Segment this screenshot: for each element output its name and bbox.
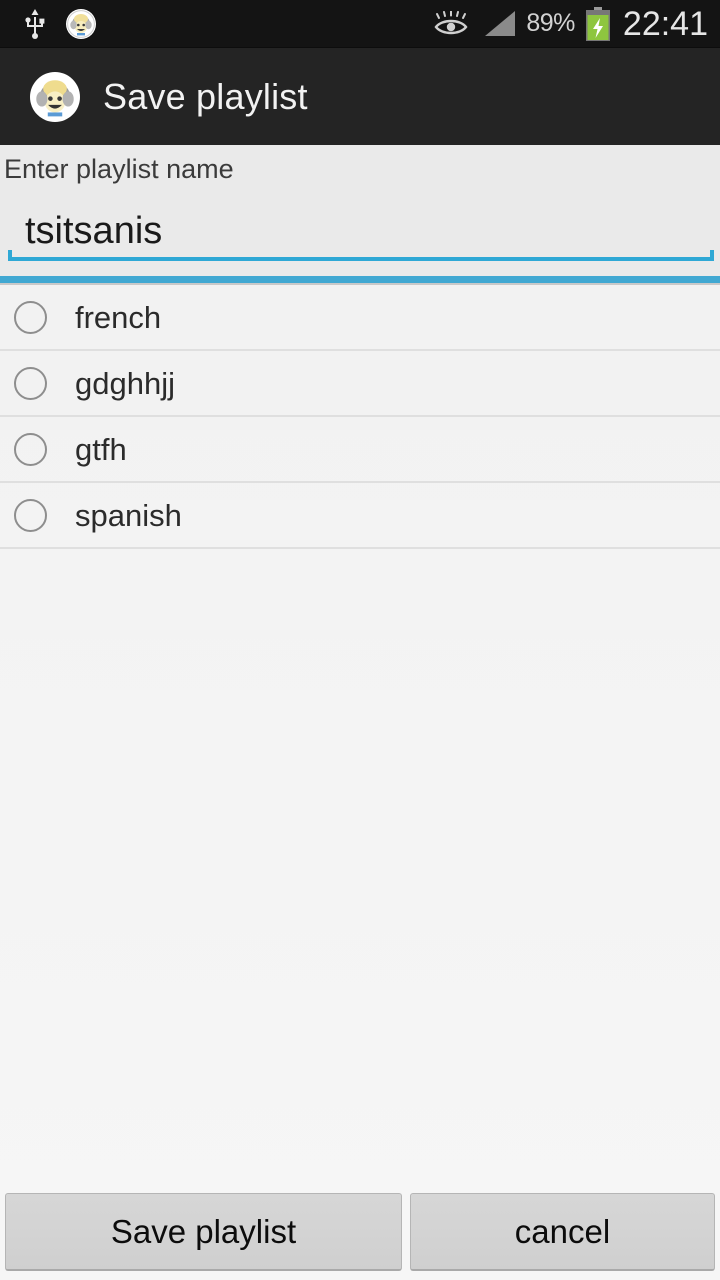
radio-button-icon[interactable] xyxy=(14,300,47,334)
battery-percent-label: 89% xyxy=(526,9,575,37)
playlist-name-input[interactable]: tsitsanis xyxy=(8,203,714,259)
input-focus-underline xyxy=(8,250,714,261)
dialog-button-bar: Save playlist cancel xyxy=(0,1192,720,1280)
cancel-button[interactable]: cancel xyxy=(410,1193,715,1271)
radio-button-icon[interactable] xyxy=(14,432,47,466)
page-title: Save playlist xyxy=(103,75,308,117)
playlist-name-label: Enter playlist name xyxy=(4,154,234,184)
list-item[interactable]: gtfh xyxy=(0,417,720,483)
battery-charging-icon xyxy=(584,6,612,41)
playlist-name-field-wrapper[interactable]: tsitsanis xyxy=(8,203,714,269)
status-bar-right-icons: 89% 22:41 xyxy=(434,4,708,43)
list-item[interactable]: gdghhjj xyxy=(0,351,720,417)
app-notification-icon xyxy=(66,8,96,39)
eye-icon xyxy=(434,10,474,37)
list-item-label: gdghhjj xyxy=(75,365,175,401)
save-playlist-button[interactable]: Save playlist xyxy=(5,1193,402,1271)
usb-icon xyxy=(22,8,48,39)
list-item-label: gtfh xyxy=(75,431,127,467)
status-bar: 89% 22:41 xyxy=(0,0,720,48)
status-bar-clock: 22:41 xyxy=(622,4,708,43)
status-bar-left-icons xyxy=(22,8,96,39)
app-logo-icon[interactable] xyxy=(30,71,80,122)
existing-playlists-list[interactable]: french gdghhjj gtfh spanish xyxy=(0,285,720,1192)
list-item[interactable]: french xyxy=(0,285,720,351)
list-item-label: french xyxy=(75,299,162,335)
list-item[interactable]: spanish xyxy=(0,483,720,549)
playlist-name-section: Enter playlist name tsitsanis xyxy=(0,145,720,276)
app-screen: 89% 22:41 Save playlist Enter playlist n… xyxy=(0,0,720,1280)
signal-bars-icon xyxy=(483,10,517,38)
radio-button-icon[interactable] xyxy=(14,498,47,532)
list-item-label: spanish xyxy=(75,497,182,533)
action-bar: Save playlist xyxy=(0,48,720,145)
section-divider xyxy=(0,276,720,285)
radio-button-icon[interactable] xyxy=(14,366,47,400)
